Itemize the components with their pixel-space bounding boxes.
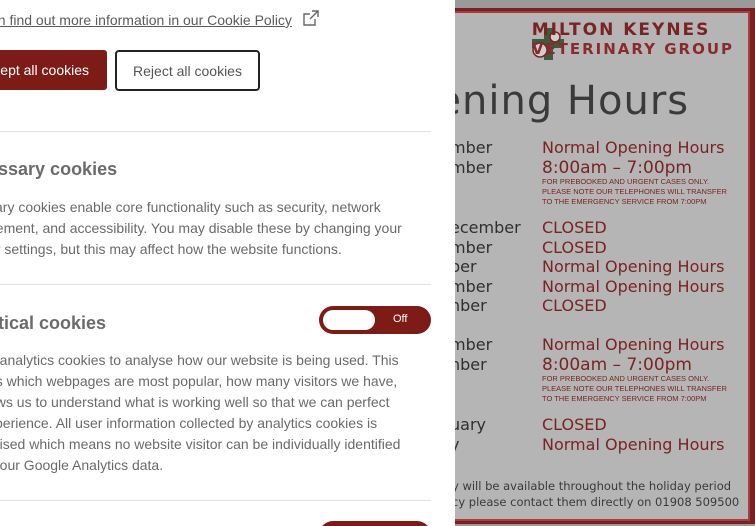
external-link-icon[interactable] <box>303 10 319 26</box>
hours-value: CLOSED <box>542 218 607 237</box>
description-line: sary cookies enable core functionality s… <box>0 199 381 215</box>
cookie-preferences-panel: an find out more information in our Cook… <box>0 0 455 526</box>
description-line: mised which means no website visitor can… <box>0 436 401 452</box>
hours-value: Normal Opening Hours <box>542 138 725 157</box>
hours-value: CLOSED <box>542 238 607 257</box>
hours-date: nber <box>455 355 487 374</box>
accept-all-cookies-button[interactable]: ept all cookies <box>0 50 107 90</box>
analytical-cookies-toggle[interactable]: Off <box>319 306 431 334</box>
divider <box>0 284 431 285</box>
necessary-cookies-heading: essary cookies <box>0 159 118 179</box>
toggle-knob <box>323 310 375 330</box>
emergency-note: FOR PREBOOKED AND URGENT CASES ONLY. PLE… <box>542 177 727 206</box>
description-line: xperience. All user information collecte… <box>0 415 378 431</box>
cookie-policy-link[interactable]: an find out more information in our Cook… <box>0 12 292 28</box>
description-line: h our Google Analytics data. <box>0 457 164 473</box>
hours-date: mber <box>455 158 493 177</box>
brand-name: MILTON KEYNES VETERINARY GROUP <box>531 20 734 59</box>
analytical-cookies-heading: ytical cookies <box>0 313 107 333</box>
poster-footer-line: cy please contact them directly on 01908… <box>455 495 740 509</box>
hours-date: y <box>455 435 459 454</box>
description-line: e analytics cookies to analyse how our w… <box>0 352 399 368</box>
hours-value: CLOSED <box>542 415 607 434</box>
description-line: gement, and accessibility. You may disab… <box>0 220 402 236</box>
next-cookie-toggle[interactable] <box>319 521 431 526</box>
description-line: er settings, but this may affect how the… <box>0 241 342 257</box>
hours-value: 8:00am – 7:00pm <box>542 355 692 375</box>
hours-value: Normal Opening Hours <box>542 257 725 276</box>
poster-footer-line: y will be available throughout the holid… <box>455 479 732 493</box>
brand-line-2: VETERINARY GROUP <box>531 40 734 58</box>
hours-date: mber <box>455 335 493 354</box>
background-page: MILTON KEYNES VETERINARY GROUP pening Ho… <box>455 0 755 526</box>
hours-value: 8:00am – 7:00pm <box>542 158 692 178</box>
hours-value: Normal Opening Hours <box>542 277 725 296</box>
brand-line-1: MILTON KEYNES <box>531 20 711 40</box>
hours-date: mber <box>455 238 493 257</box>
hours-date: mber <box>455 277 493 296</box>
necessary-cookies-description: sary cookies enable core functionality s… <box>0 197 418 260</box>
description-line: ows us to understand what is working wel… <box>0 394 390 410</box>
hours-date: ecember <box>455 218 521 237</box>
hours-value: Normal Opening Hours <box>542 435 725 454</box>
reject-all-cookies-button[interactable]: Reject all cookies <box>115 50 260 91</box>
toggle-state-label: Off <box>393 313 408 325</box>
hours-date: nber <box>455 296 487 315</box>
divider <box>0 131 431 132</box>
analytical-cookies-description: e analytics cookies to analyse how our w… <box>0 350 418 476</box>
hours-value: CLOSED <box>542 296 607 315</box>
poster-title: pening Hours <box>455 78 690 124</box>
hours-value: Normal Opening Hours <box>542 335 725 354</box>
hours-date: ber <box>455 257 477 276</box>
opening-hours-poster: MILTON KEYNES VETERINARY GROUP pening Ho… <box>455 8 755 524</box>
emergency-note: FOR PREBOOKED AND URGENT CASES ONLY. PLE… <box>542 374 727 403</box>
hours-date: uary <box>455 415 486 434</box>
divider <box>0 500 431 501</box>
hours-date: mber <box>455 138 493 157</box>
description-line: es which webpages are most popular, how … <box>0 373 398 389</box>
